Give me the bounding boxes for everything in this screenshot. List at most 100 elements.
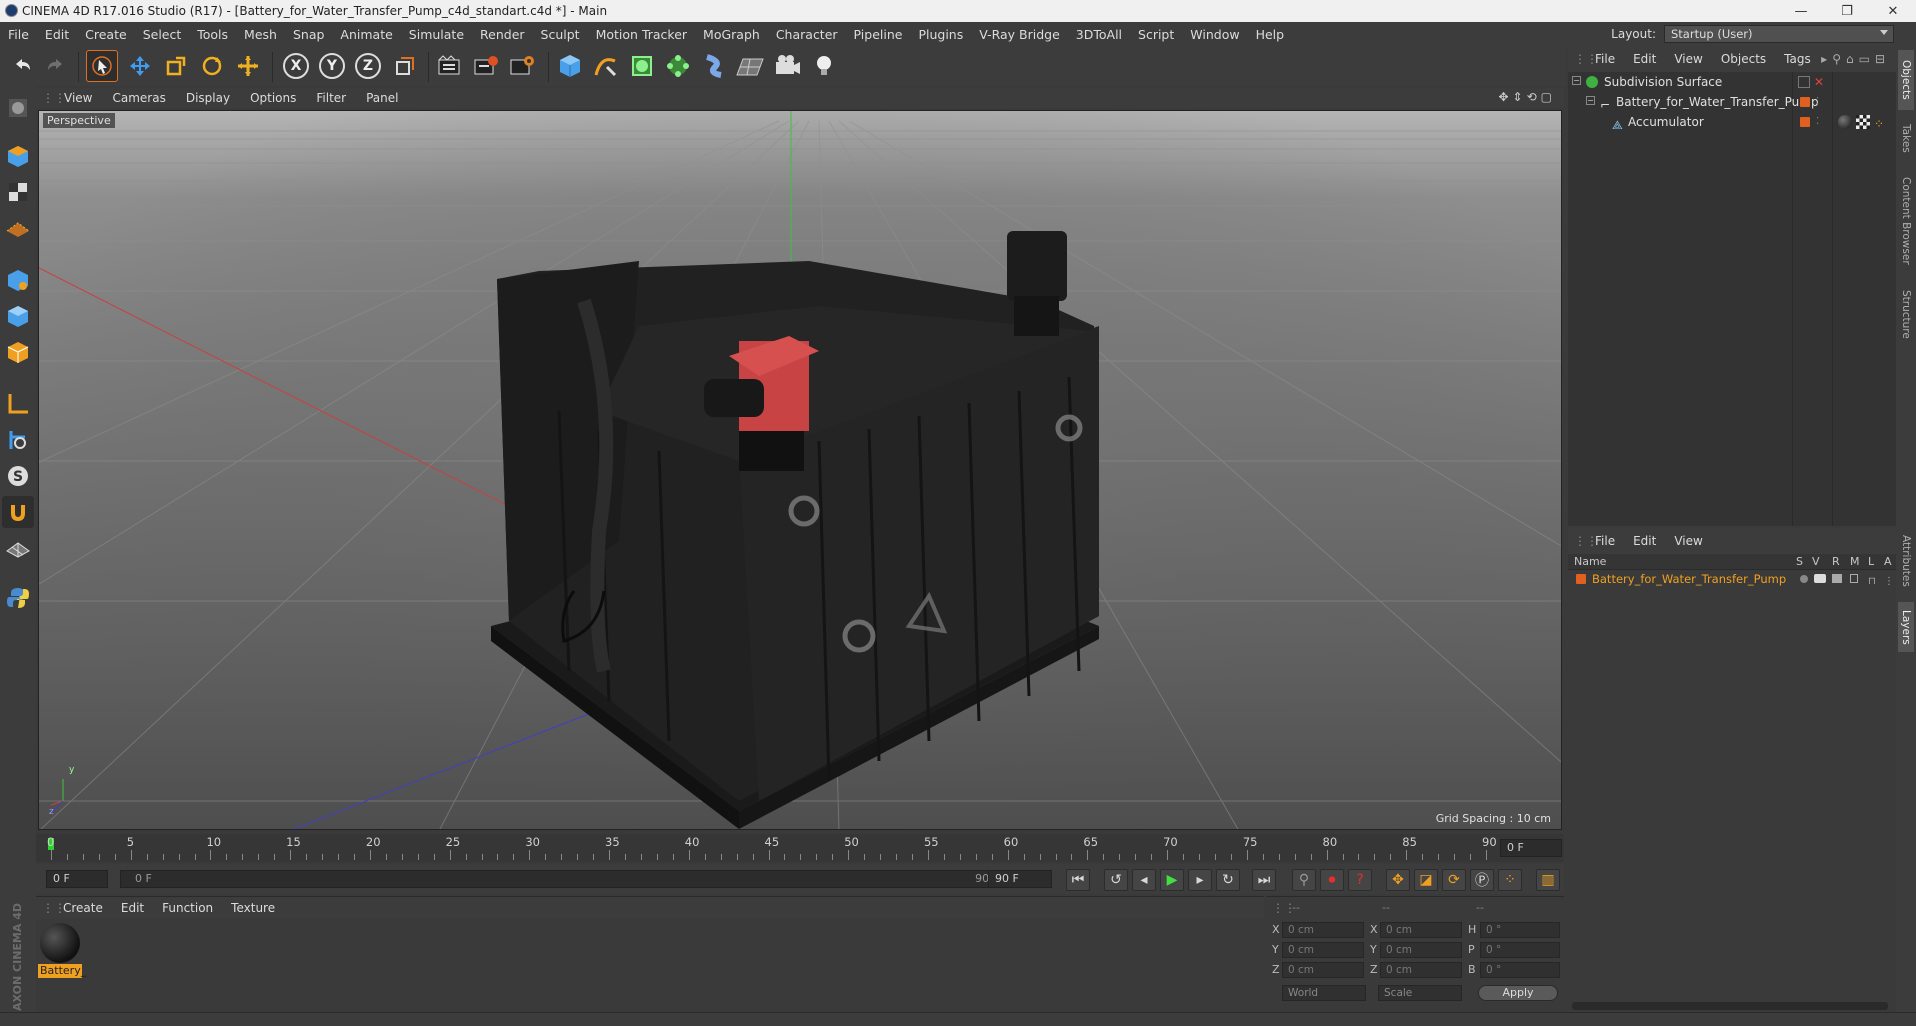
model-mode-icon[interactable] — [2, 92, 34, 124]
menu-mesh[interactable]: Mesh — [236, 27, 285, 42]
timeline-ruler[interactable]: 0 5 10 15 20 25 30 35 40 45 50 55 60 65 70 75 80 85 90 0 F — [36, 834, 1564, 862]
undo-icon[interactable] — [6, 50, 38, 82]
layers-menu-edit[interactable]: Edit — [1624, 534, 1665, 548]
collapse-toggle-icon[interactable]: − — [1572, 76, 1581, 85]
solo-dot-icon[interactable] — [1800, 575, 1808, 583]
rotation-p-field[interactable]: 0 ° — [1480, 942, 1560, 958]
layout-select[interactable]: Startup (User) — [1664, 25, 1894, 43]
frame-range-slider[interactable]: 0 F 90 F — [120, 870, 1016, 888]
phong-tag-icon[interactable]: ⁘ — [1874, 114, 1884, 134]
visibility-dots-icon[interactable]: ⁚ — [1816, 112, 1819, 132]
menu-window[interactable]: Window — [1182, 27, 1247, 42]
tree-row-accumulator[interactable]: ⟁ Accumulator ⁚ ⁘ — [1568, 112, 1896, 132]
x-axis-icon[interactable]: X — [280, 50, 312, 82]
position-x-field[interactable]: 0 cm — [1282, 922, 1364, 938]
objects-menu-file[interactable]: File — [1586, 52, 1624, 66]
end-frame-field[interactable]: 90 F — [988, 870, 1052, 888]
object-name[interactable]: Battery_for_Water_Transfer_Pump — [1616, 92, 1819, 112]
world-dropdown[interactable]: World — [1282, 985, 1366, 1001]
objects-menu-edit[interactable]: Edit — [1624, 52, 1665, 66]
size-y-field[interactable]: 0 cm — [1380, 942, 1462, 958]
workplane-icon[interactable] — [2, 176, 34, 208]
scale-icon[interactable] — [160, 50, 192, 82]
manager-icon[interactable] — [1850, 574, 1858, 583]
viewport-menu-filter[interactable]: Filter — [306, 91, 356, 105]
axis-mode-icon[interactable] — [2, 336, 34, 368]
points-mode-icon[interactable] — [2, 212, 34, 244]
viewport-menu-display[interactable]: Display — [176, 91, 240, 105]
menu-file[interactable]: File — [0, 27, 37, 42]
material-menu-texture[interactable]: Texture — [222, 901, 284, 915]
viewport-menu-cameras[interactable]: Cameras — [102, 91, 175, 105]
scale-dropdown[interactable]: Scale — [1378, 985, 1462, 1001]
material-menu-function[interactable]: Function — [153, 901, 222, 915]
menu-render[interactable]: Render — [472, 27, 533, 42]
autokey-icon[interactable]: ? — [1348, 869, 1372, 891]
close-button[interactable]: ✕ — [1870, 0, 1916, 22]
cube-primitive-icon[interactable] — [554, 50, 586, 82]
menu-vray-bridge[interactable]: V-Ray Bridge — [971, 27, 1068, 42]
previous-frame-icon[interactable]: ◂ — [1132, 869, 1156, 891]
menu-help[interactable]: Help — [1248, 27, 1293, 42]
tab-objects[interactable]: Objects — [1898, 50, 1914, 110]
material-menu-create[interactable]: Create — [54, 901, 112, 915]
move-icon[interactable] — [124, 50, 156, 82]
rotation-b-field[interactable]: 0 ° — [1480, 962, 1560, 978]
edit-toggle-icon[interactable] — [1798, 76, 1810, 88]
current-frame-field[interactable]: 0 F — [1500, 839, 1562, 857]
edges-mode-icon[interactable] — [2, 264, 34, 296]
record-active-icon[interactable]: ⏺ — [1320, 869, 1344, 891]
restore-button[interactable]: ❐ — [1824, 0, 1870, 22]
timeline-window-icon[interactable]: ▥ — [1536, 869, 1560, 891]
viewport-menu-options[interactable]: Options — [240, 91, 306, 105]
horizontal-scrollbar[interactable] — [1572, 1002, 1888, 1010]
menu-3dtoall[interactable]: 3DToAll — [1068, 27, 1130, 42]
layer-color-swatch[interactable] — [1800, 117, 1810, 127]
material-menu-edit[interactable]: Edit — [112, 901, 153, 915]
layers-menu-file[interactable]: File — [1586, 534, 1624, 548]
y-axis-icon[interactable]: Y — [316, 50, 348, 82]
z-axis-icon[interactable]: Z — [352, 50, 384, 82]
deformer-icon[interactable] — [698, 50, 730, 82]
camera-icon[interactable] — [772, 50, 804, 82]
object-name[interactable]: Subdivision Surface — [1604, 72, 1722, 92]
tab-takes[interactable]: Takes — [1898, 116, 1914, 160]
layer-color-swatch[interactable] — [1800, 97, 1810, 107]
tab-content-browser[interactable]: Content Browser — [1898, 166, 1914, 276]
viewport-menu-view[interactable]: View — [54, 91, 102, 105]
apply-button[interactable]: Apply — [1478, 985, 1558, 1001]
light-icon[interactable] — [808, 50, 840, 82]
lock-workplane-icon[interactable] — [2, 496, 34, 528]
object-name[interactable]: Accumulator — [1628, 112, 1704, 132]
play-icon[interactable]: ▶ — [1160, 869, 1184, 891]
objects-menu-tags[interactable]: Tags — [1775, 52, 1820, 66]
uvw-tag-icon[interactable] — [1856, 115, 1870, 129]
material-name-label[interactable]: Battery_ — [38, 964, 86, 978]
menu-motion-tracker[interactable]: Motion Tracker — [588, 27, 695, 42]
render-to-picture-viewer-icon[interactable] — [470, 50, 502, 82]
previous-key-icon[interactable]: ↺ — [1104, 869, 1128, 891]
go-to-start-icon[interactable]: ⏮ — [1066, 869, 1090, 891]
menu-plugins[interactable]: Plugins — [910, 27, 971, 42]
menu-tools[interactable]: Tools — [189, 27, 236, 42]
render-settings-icon[interactable] — [506, 50, 538, 82]
rotation-h-field[interactable]: 0 ° — [1480, 922, 1560, 938]
layers-menu-view[interactable]: View — [1665, 534, 1711, 548]
key-scale-icon[interactable]: ◪ — [1414, 869, 1438, 891]
menu-select[interactable]: Select — [135, 27, 190, 42]
layer-name[interactable]: Battery_for_Water_Transfer_Pump — [1592, 570, 1786, 588]
layer-color-swatch[interactable] — [1576, 574, 1586, 584]
objects-menu-view[interactable]: View — [1665, 52, 1711, 66]
menu-edit[interactable]: Edit — [37, 27, 77, 42]
python-icon[interactable] — [2, 582, 34, 614]
animation-icon[interactable]: ⋮ — [1884, 573, 1894, 591]
layer-row[interactable]: Battery_for_Water_Transfer_Pump ⊓ ⋮ — [1568, 570, 1896, 588]
position-y-field[interactable]: 0 cm — [1282, 942, 1364, 958]
go-to-end-icon[interactable]: ⏭ — [1252, 869, 1276, 891]
render-view-icon[interactable] — [434, 50, 466, 82]
viewport-nav-icons[interactable]: ✥⇕⟲▢ — [1498, 90, 1556, 104]
redo-icon[interactable] — [40, 50, 72, 82]
coordinate-system-icon[interactable] — [388, 50, 420, 82]
menu-mograph[interactable]: MoGraph — [695, 27, 768, 42]
tree-row-battery[interactable]: − ⌐ Battery_for_Water_Transfer_Pump ⁚ — [1568, 92, 1896, 112]
